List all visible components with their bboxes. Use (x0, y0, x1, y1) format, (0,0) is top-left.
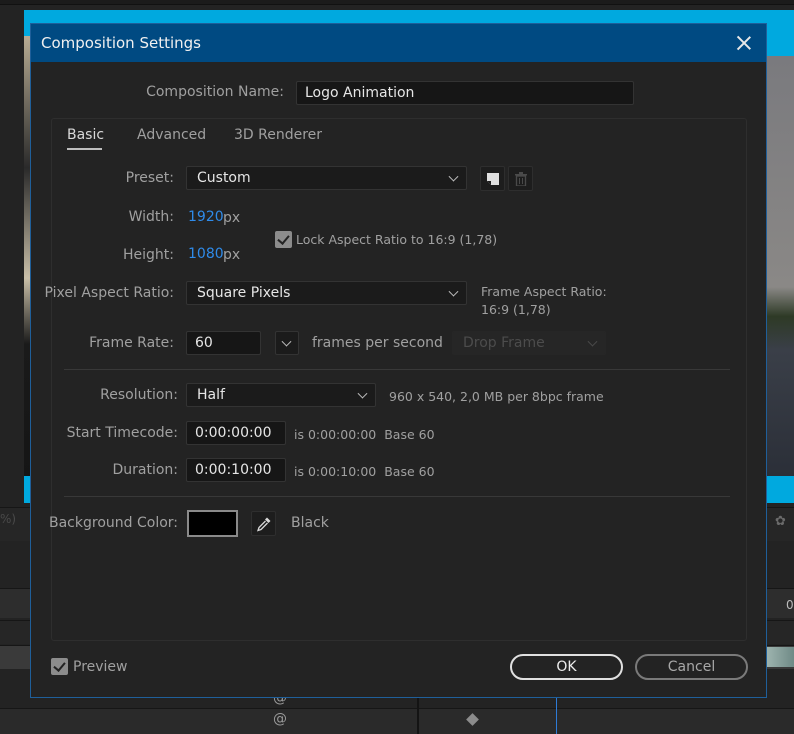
chevron-down-icon (448, 171, 459, 182)
zoom-percent-fragment: %) (0, 512, 17, 526)
tab-3d-renderer[interactable]: 3D Renderer (234, 127, 322, 143)
composition-settings-dialog: Composition Settings Composition Name: L… (30, 23, 767, 698)
composition-name-input[interactable]: Logo Animation (296, 81, 634, 105)
start-timecode-label: Start Timecode: (66, 425, 178, 441)
width-label: Width: (128, 209, 174, 225)
lock-aspect-checkbox[interactable] (275, 231, 292, 248)
viewer-image-right (766, 56, 794, 476)
chevron-down-icon (357, 388, 368, 399)
duration-input[interactable]: 0:00:10:00 (186, 458, 286, 482)
close-icon[interactable] (734, 33, 754, 53)
chevron-down-icon (281, 336, 292, 347)
preset-label: Preset: (125, 170, 174, 186)
frame-rate-label: Frame Rate: (89, 335, 174, 351)
duration-label: Duration: (112, 462, 178, 478)
timeline-row (0, 708, 794, 734)
lock-aspect-label[interactable]: Lock Aspect Ratio to 16:9 (1,78) (296, 232, 497, 247)
resolution-select[interactable]: Half (186, 383, 376, 407)
preview-label[interactable]: Preview (73, 659, 128, 675)
pixel-aspect-label: Pixel Aspect Ratio: (44, 285, 175, 301)
delete-preset-button[interactable] (508, 166, 533, 191)
start-timecode-info: is 0:00:00:00 Base 60 (294, 427, 435, 442)
background-color-label: Background Color: (49, 515, 178, 531)
divider (64, 369, 730, 370)
eyedropper-button[interactable] (251, 511, 276, 536)
frame-rate-dropdown[interactable] (275, 331, 299, 355)
composition-name-label: Composition Name: (146, 84, 284, 100)
duration-info: is 0:00:10:00 Base 60 (294, 464, 435, 479)
width-unit: px (223, 210, 241, 226)
background-color-swatch[interactable] (187, 510, 238, 537)
motion-blur-icon[interactable]: @ (273, 711, 287, 727)
dialog-title: Composition Settings (41, 34, 201, 52)
cancel-button[interactable]: Cancel (635, 654, 748, 680)
start-timecode-input[interactable]: 0:00:00:00 (186, 421, 286, 445)
resolution-value: Half (197, 387, 225, 403)
layer-bar (766, 647, 794, 667)
dialog-titlebar[interactable]: Composition Settings (31, 24, 766, 62)
background-color-name: Black (291, 515, 329, 531)
pixel-aspect-select[interactable]: Square Pixels (186, 281, 467, 305)
panel-divider (417, 697, 419, 734)
save-preset-icon (486, 172, 499, 185)
ok-button[interactable]: OK (510, 654, 623, 680)
resolution-label: Resolution: (100, 387, 178, 403)
tab-advanced[interactable]: Advanced (137, 127, 206, 143)
frame-aspect-value: 16:9 (1,78) (481, 302, 551, 317)
settings-panel (51, 118, 747, 641)
preset-select[interactable]: Custom (186, 166, 467, 190)
active-tab-indicator (67, 148, 102, 150)
resolution-info: 960 x 540, 2,0 MB per 8bpc frame (389, 389, 604, 404)
shutter-icon[interactable]: ✿ (775, 514, 786, 529)
eyedropper-icon (256, 517, 270, 532)
drop-frame-value: Drop Frame (463, 335, 545, 351)
chevron-down-icon (448, 286, 459, 297)
app-top-bar (0, 0, 794, 5)
frame-aspect-label: Frame Aspect Ratio: (481, 284, 607, 299)
pixel-aspect-value: Square Pixels (197, 285, 291, 301)
timecode-fragment: 0 (786, 598, 794, 612)
drop-frame-select[interactable]: Drop Frame (452, 331, 606, 355)
frame-rate-input[interactable]: 60 (186, 331, 261, 355)
trash-icon (514, 171, 527, 186)
preset-value: Custom (197, 170, 251, 186)
height-label: Height: (123, 247, 174, 263)
frame-rate-unit: frames per second (312, 335, 443, 351)
height-unit: px (223, 247, 241, 263)
tab-basic[interactable]: Basic (67, 127, 104, 143)
height-value[interactable]: 1080 (188, 246, 224, 262)
save-preset-button[interactable] (480, 166, 505, 191)
chevron-down-icon (587, 336, 598, 347)
width-value[interactable]: 1920 (188, 209, 224, 225)
playhead[interactable] (556, 697, 557, 734)
preview-checkbox[interactable] (51, 658, 68, 675)
divider (64, 496, 730, 497)
